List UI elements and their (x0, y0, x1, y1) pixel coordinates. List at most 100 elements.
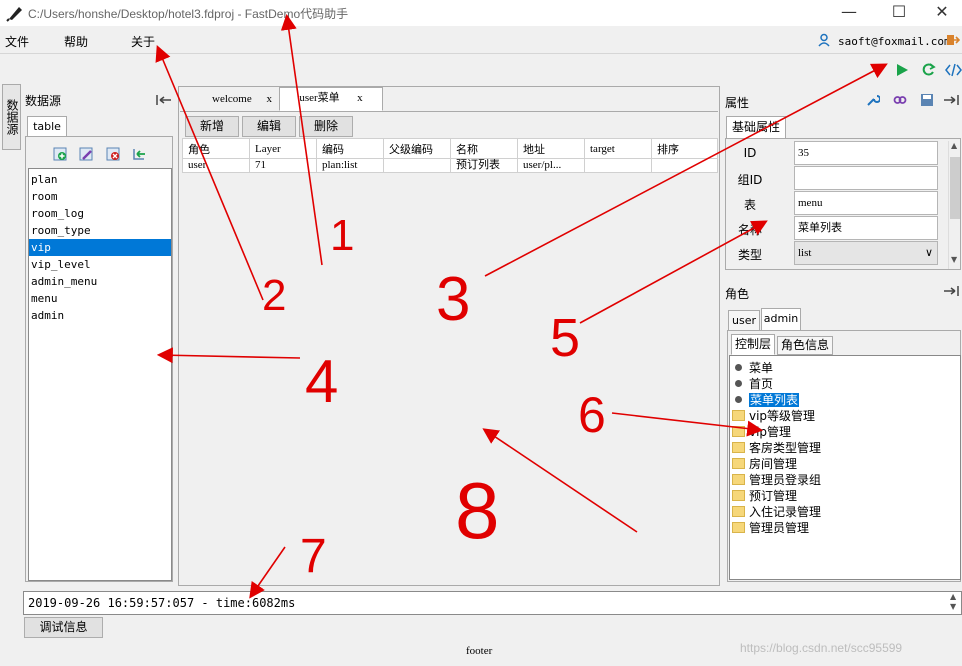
tree-item[interactable]: 客房类型管理 (730, 440, 960, 456)
editor-tab-body: 新增 编辑 删除 角色 Layer 编码 父级编码 名称 地址 target 排序 user 7… (180, 111, 718, 581)
minimize-button[interactable]: — (826, 0, 872, 26)
toolbar (0, 55, 962, 85)
column-header[interactable]: 名称 (450, 138, 518, 159)
tab-welcome[interactable]: welcome x (203, 89, 281, 111)
property-label: 表 (743, 198, 756, 212)
subtab-control-layer[interactable]: 控制层 (731, 334, 775, 355)
tree-item[interactable]: 首页 (730, 376, 960, 392)
log-box: 2019-09-26 16:59:57:057 - time:6082ms ▲ ▼ (23, 591, 962, 615)
folder-icon (732, 458, 745, 469)
datasource-item-plan[interactable]: plan (29, 171, 171, 188)
code-icon[interactable] (945, 63, 962, 77)
wrench-icon[interactable] (866, 93, 880, 107)
footer: footer https://blog.csdn.net/scc95599 (0, 641, 962, 666)
add-table-icon[interactable] (53, 147, 67, 161)
datasource-item-room-type[interactable]: room_type (29, 222, 171, 239)
refresh-icon[interactable] (921, 62, 936, 77)
datasource-list: plan room room_log room_type vip vip_level adm… (28, 168, 172, 581)
edit-table-icon[interactable] (79, 147, 93, 161)
datasource-side-tab[interactable]: 数据源 (2, 84, 21, 150)
log-scroll-icon[interactable]: ▲ ▼ (950, 592, 956, 612)
tab-welcome-close-icon[interactable]: x (266, 93, 272, 105)
tree-item[interactable]: 管理员管理 (730, 520, 960, 536)
table-cell (651, 158, 718, 173)
tab-user-menu-close-icon[interactable]: x (357, 92, 363, 104)
tree-item[interactable]: 菜单 (730, 360, 960, 376)
scroll-thumb[interactable] (950, 157, 960, 219)
property-input[interactable]: menu (794, 191, 938, 215)
tree-item[interactable]: 管理员登录组 (730, 472, 960, 488)
datasource-item-vip[interactable]: vip (29, 239, 171, 256)
folder-icon (732, 410, 745, 421)
tree-item[interactable]: vip等级管理 (730, 408, 960, 424)
editor-area: welcome x user菜单 x 新增 编辑 删除 角色 Layer 编码 父级编… (178, 86, 720, 586)
datasource-item-room[interactable]: room (29, 188, 171, 205)
column-header[interactable]: target (584, 138, 652, 159)
logout-icon[interactable] (946, 33, 960, 47)
column-header[interactable]: 排序 (651, 138, 718, 159)
datasource-item-vip-level[interactable]: vip_level (29, 256, 171, 273)
edit-button[interactable]: 编辑 (242, 116, 296, 137)
menu-help[interactable]: 帮助 (64, 33, 88, 50)
delete-button[interactable]: 删除 (299, 116, 353, 137)
tree-item[interactable]: 菜单列表 (730, 392, 960, 408)
tab-user-menu[interactable]: user菜单 x (279, 87, 383, 111)
tree-item-label: 管理员管理 (749, 521, 810, 535)
pin-icon[interactable] (156, 94, 172, 106)
import-table-icon[interactable] (132, 147, 146, 161)
add-button[interactable]: 新增 (185, 116, 239, 137)
menu-about[interactable]: 关于 (131, 33, 155, 50)
debug-info-button[interactable]: 调试信息 (24, 617, 103, 638)
save-icon[interactable] (920, 93, 934, 107)
property-input[interactable]: 35 (794, 141, 938, 165)
tab-basic-properties[interactable]: 基础属性 (726, 116, 786, 139)
bullet-icon (735, 396, 742, 403)
tree-item[interactable]: 入住记录管理 (730, 504, 960, 520)
column-header[interactable]: 父级编码 (383, 138, 451, 159)
datasource-panel: 数据源 table plan room room_log room_type vip vi… (22, 86, 176, 586)
menu-file[interactable]: 文件 (5, 33, 29, 50)
role-tab-admin[interactable]: admin (761, 308, 801, 331)
property-label: 组ID (737, 173, 763, 187)
datasource-item-menu[interactable]: menu (29, 290, 171, 307)
table-row[interactable]: user 71 plan:list 预订列表 user/pl... (182, 158, 718, 173)
tab-user-menu-label: user菜单 (299, 92, 340, 104)
datasource-item-room-log[interactable]: room_log (29, 205, 171, 222)
role-tab-user[interactable]: user (728, 310, 760, 331)
properties-tab-body: ID 35 组ID 表 menu 名称 菜单列表 类型 list ∨ ▲ ▼ (725, 138, 961, 270)
table-cell: plan:list (316, 158, 384, 173)
property-input[interactable] (794, 166, 938, 190)
column-header[interactable]: 角色 (182, 138, 250, 159)
scroll-up-icon[interactable]: ▲ (951, 141, 957, 150)
property-label: 类型 (737, 248, 762, 262)
datasource-item-admin[interactable]: admin (29, 307, 171, 324)
column-header[interactable]: Layer (249, 138, 317, 159)
user-email[interactable]: saoft@foxmail.com (838, 35, 951, 48)
column-header[interactable]: 编码 (316, 138, 384, 159)
close-button[interactable]: ✕ (922, 0, 962, 26)
scroll-down-icon[interactable]: ▼ (951, 255, 957, 264)
tab-table[interactable]: table (27, 116, 67, 137)
property-input[interactable]: 菜单列表 (794, 216, 938, 240)
tree-item-label: vip管理 (749, 425, 792, 439)
subtab-role-info[interactable]: 角色信息 (777, 336, 833, 355)
folder-icon (732, 474, 745, 485)
column-header[interactable]: 地址 (517, 138, 585, 159)
property-input[interactable]: list ∨ (794, 241, 938, 265)
run-icon[interactable] (895, 63, 909, 77)
datasource-item-admin-menu[interactable]: admin_menu (29, 273, 171, 290)
dropdown-chevron-icon[interactable]: ∨ (925, 242, 933, 264)
folder-icon (732, 506, 745, 517)
tree-item[interactable]: vip管理 (730, 424, 960, 440)
tree-item[interactable]: 房间管理 (730, 456, 960, 472)
property-label: 名称 (737, 223, 762, 237)
pin-icon[interactable] (943, 285, 959, 297)
link-icon[interactable] (893, 93, 907, 107)
tree-item-label: 房间管理 (749, 457, 798, 471)
delete-table-icon[interactable] (106, 147, 120, 161)
properties-scrollbar[interactable]: ▲ ▼ (948, 141, 960, 269)
tree-item[interactable]: 预订管理 (730, 488, 960, 504)
pin-icon[interactable] (943, 94, 959, 106)
maximize-button[interactable]: ☐ (876, 0, 922, 26)
folder-icon (732, 522, 745, 533)
